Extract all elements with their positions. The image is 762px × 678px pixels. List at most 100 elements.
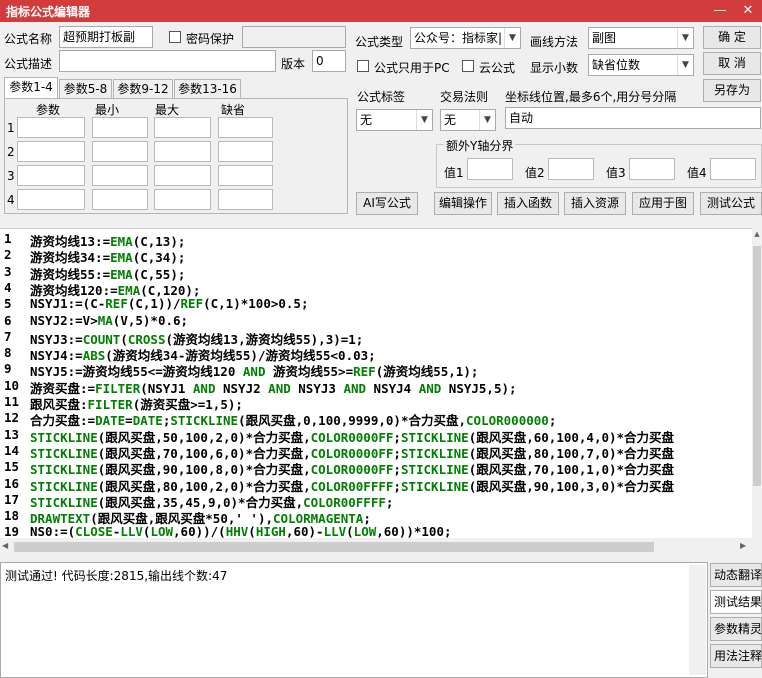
insert-resource-button[interactable]: 插入资源 bbox=[564, 192, 626, 215]
line-number: 13 bbox=[4, 426, 20, 442]
code-editor[interactable]: 1 游资均线13:=EMA(C,13); 2 游资均线34:=EMA(C,34); 3 游… bbox=[0, 228, 752, 538]
code-text: (C,1)*100>0.5; bbox=[203, 296, 309, 312]
code-function: REF bbox=[180, 296, 204, 312]
hscroll-thumb[interactable] bbox=[14, 542, 654, 552]
ok-button[interactable]: 确 定 bbox=[703, 26, 761, 49]
line-number: 12 bbox=[4, 410, 20, 426]
name-label: 公式名称 bbox=[4, 32, 53, 46]
param-name-input[interactable] bbox=[17, 117, 85, 138]
usage-notes-button[interactable]: 用法注释 bbox=[710, 644, 762, 668]
test-result-button[interactable]: 测试结果 bbox=[710, 590, 762, 614]
yaxis-v2-label: 值2 bbox=[525, 166, 545, 180]
tab-params-1-4[interactable]: 参数1-4 bbox=[4, 77, 58, 99]
draw-label: 画线方法 bbox=[530, 35, 579, 49]
minimize-button[interactable]: — bbox=[706, 0, 734, 22]
code-line[interactable]: NS0:=(CLOSE-LLV(LOW,60))/(HHV(HIGH,60)-L… bbox=[30, 524, 452, 538]
chevron-down-icon: ▼ bbox=[479, 110, 495, 130]
yaxis-v2-input[interactable] bbox=[548, 158, 594, 180]
code-text: (C,1))/ bbox=[127, 296, 181, 312]
code-line[interactable]: NSYJ1:=(C-REF(C,1))/REF(C,1)*100>0.5; bbox=[30, 296, 308, 311]
line-number: 1 bbox=[4, 231, 12, 246]
formula-desc-input[interactable] bbox=[59, 50, 276, 72]
password-checkbox[interactable] bbox=[169, 31, 181, 43]
param-default-input[interactable] bbox=[218, 141, 273, 162]
window-title: 指标公式编辑器 bbox=[6, 5, 91, 19]
tab-params-9-12[interactable]: 参数9-12 bbox=[113, 79, 173, 99]
close-button[interactable]: ✕ bbox=[734, 0, 762, 22]
param-max-input[interactable] bbox=[154, 165, 211, 186]
param-default-input[interactable] bbox=[218, 117, 273, 138]
line-number: 17 bbox=[4, 491, 20, 507]
param-name-input[interactable] bbox=[17, 165, 85, 186]
param-min-input[interactable] bbox=[92, 141, 148, 162]
output-panel: 测试通过! 代码长度:2815,输出线个数:47 bbox=[0, 562, 708, 678]
output-scrollbar[interactable] bbox=[689, 565, 706, 675]
scroll-thumb[interactable] bbox=[753, 246, 761, 486]
edit-ops-button[interactable]: 编辑操作 bbox=[434, 192, 492, 215]
yaxis-v3-label: 值3 bbox=[606, 166, 626, 180]
cloud-checkbox[interactable] bbox=[462, 60, 474, 72]
param-wizard-button[interactable]: 参数精灵 bbox=[710, 617, 762, 641]
apply-to-chart-button[interactable]: 应用于图 bbox=[632, 192, 694, 215]
param-row-number: 2 bbox=[7, 145, 15, 159]
trade-rule-value: 无 bbox=[444, 113, 457, 127]
code-text: ( bbox=[346, 524, 354, 538]
formula-type-select[interactable]: 公众号：指标家| ▼ bbox=[410, 27, 521, 49]
param-name-input[interactable] bbox=[17, 189, 85, 210]
draw-method-select[interactable]: 副图 ▼ bbox=[588, 27, 694, 49]
param-row-number: 1 bbox=[7, 121, 15, 135]
password-input[interactable] bbox=[242, 26, 346, 48]
scroll-up-icon[interactable]: ▲ bbox=[753, 230, 761, 238]
param-default-input[interactable] bbox=[218, 165, 273, 186]
line-number: 2 bbox=[4, 247, 12, 263]
param-max-input[interactable] bbox=[154, 117, 211, 138]
formula-type-value: 公众号：指标家| bbox=[414, 31, 503, 45]
param-name-input[interactable] bbox=[17, 141, 85, 162]
ai-write-button[interactable]: AI写公式 bbox=[356, 192, 418, 215]
trade-rule-label: 交易法则 bbox=[440, 90, 489, 104]
dynamic-translate-button[interactable]: 动态翻译 bbox=[710, 563, 762, 587]
save-as-button[interactable]: 另存为 bbox=[703, 79, 761, 102]
cancel-button[interactable]: 取 消 bbox=[703, 52, 761, 75]
formula-tag-select[interactable]: 无 ▼ bbox=[356, 109, 433, 131]
code-text: NSYJ3 bbox=[290, 380, 344, 396]
coord-input[interactable]: 自动 bbox=[505, 107, 761, 129]
yaxis-v3-input[interactable] bbox=[629, 158, 675, 180]
editor-horizontal-scrollbar[interactable]: ◀ ▶ bbox=[0, 538, 752, 556]
editor-vertical-scrollbar[interactable]: ▲ bbox=[752, 228, 762, 538]
decimals-label: 显示小数 bbox=[530, 61, 579, 75]
code-text: (V,5)*0.6; bbox=[112, 312, 189, 328]
code-text: NSYJ4 bbox=[366, 380, 419, 396]
yaxis-v4-input[interactable] bbox=[710, 158, 756, 180]
param-default-input[interactable] bbox=[218, 189, 273, 210]
line-number: 9 bbox=[4, 361, 12, 377]
param-min-input[interactable] bbox=[92, 189, 148, 210]
line-number: 14 bbox=[4, 442, 20, 458]
param-min-input[interactable] bbox=[92, 117, 148, 138]
formula-name-input[interactable]: 超预期打板副 bbox=[59, 26, 153, 48]
scroll-left-icon[interactable]: ◀ bbox=[2, 541, 8, 550]
line-number: 11 bbox=[4, 394, 20, 409]
param-max-input[interactable] bbox=[154, 141, 211, 162]
param-max-input[interactable] bbox=[154, 189, 211, 210]
scroll-right-icon[interactable]: ▶ bbox=[740, 541, 746, 550]
decimals-select[interactable]: 缺省位数 ▼ bbox=[588, 54, 694, 76]
trade-rule-select[interactable]: 无 ▼ bbox=[440, 109, 496, 131]
param-row-number: 3 bbox=[7, 169, 15, 183]
pc-only-checkbox[interactable] bbox=[357, 60, 369, 72]
title-bar: 指标公式编辑器 — ✕ bbox=[0, 0, 762, 22]
version-input[interactable]: 0 bbox=[312, 50, 346, 72]
tab-params-13-16[interactable]: 参数13-16 bbox=[174, 79, 241, 99]
tab-params-5-8[interactable]: 参数5-8 bbox=[59, 79, 112, 99]
code-function: LLV bbox=[120, 524, 143, 538]
code-text: ,60))*100; bbox=[376, 524, 452, 538]
line-number: 8 bbox=[4, 345, 12, 361]
test-formula-button[interactable]: 测试公式 bbox=[700, 192, 762, 215]
formula-tag-value: 无 bbox=[360, 113, 373, 127]
code-line[interactable]: NSYJ2:=V>MA(V,5)*0.6; bbox=[30, 313, 188, 328]
param-min-input[interactable] bbox=[92, 165, 148, 186]
insert-function-button[interactable]: 插入函数 bbox=[497, 192, 559, 215]
yaxis-v1-input[interactable] bbox=[467, 158, 513, 180]
code-text: NSYJ2:=V> bbox=[30, 312, 98, 328]
pc-only-label: 公式只用于PC bbox=[374, 61, 450, 75]
